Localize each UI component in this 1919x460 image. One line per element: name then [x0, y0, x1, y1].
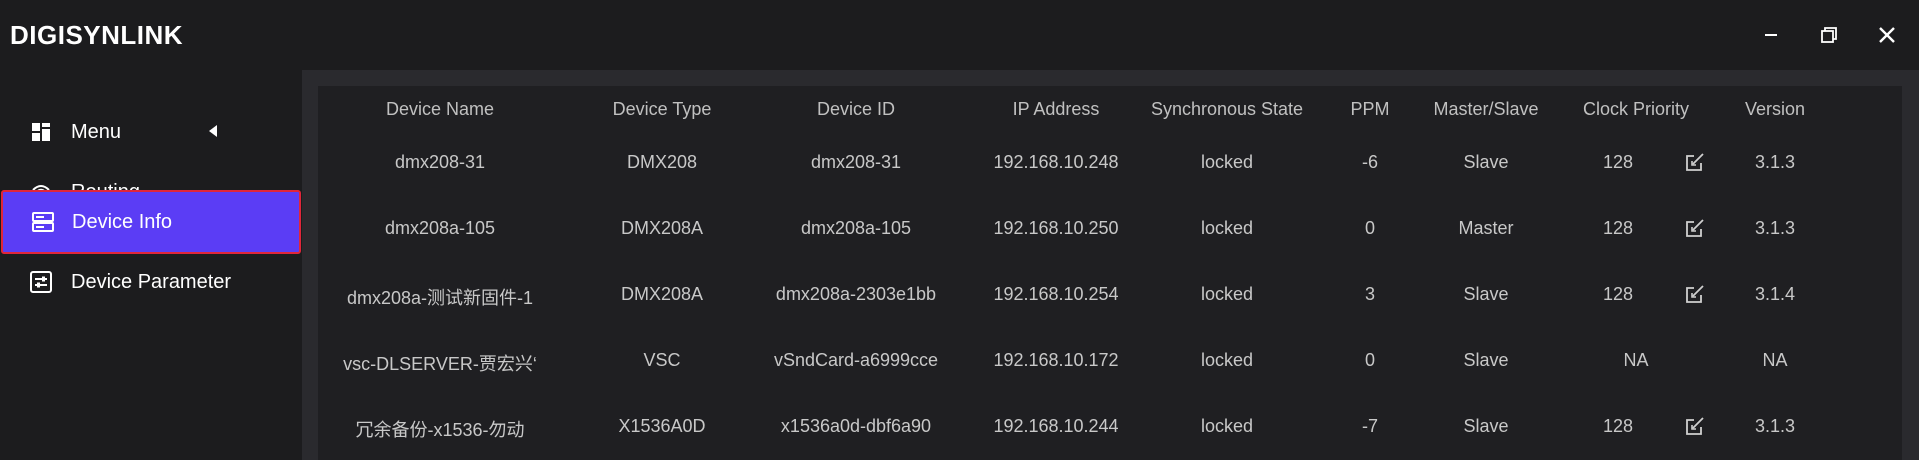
column-header-sync-state: Synchronous State	[1150, 99, 1304, 119]
cell-device-id: dmx208a-2303e1bb	[775, 284, 937, 304]
sidebar: Menu Routing Device Info	[0, 70, 302, 460]
cell-device-id: dmx208a-105	[800, 218, 912, 238]
cell-ip-address: 192.168.10.254	[993, 284, 1119, 304]
cell-version: NA	[1762, 350, 1788, 370]
cell-master-slave: Master	[1458, 218, 1514, 238]
column-header-device-name: Device Name	[385, 99, 495, 119]
sidebar-item-label: Device Info	[72, 210, 173, 233]
sidebar-item-menu[interactable]: Menu	[0, 100, 302, 164]
sidebar-item-label: Device Parameter	[71, 270, 232, 293]
cell-ppm: -6	[1361, 152, 1379, 172]
cell-sync-state: locked	[1200, 416, 1254, 436]
cell-version: 3.1.3	[1754, 218, 1796, 238]
cell-ip-address: 192.168.10.172	[993, 350, 1119, 370]
cell-clock-priority: 128	[1602, 152, 1634, 172]
cell-sync-state: locked	[1200, 218, 1254, 238]
title-bar: DIGISYNLINK	[0, 0, 1919, 70]
sidebar-item-device-parameter[interactable]: Device Parameter	[0, 250, 302, 314]
close-button[interactable]	[1870, 18, 1904, 52]
grid-icon	[30, 121, 52, 143]
edit-priority-icon[interactable]	[1684, 283, 1706, 305]
app-title: DIGISYNLINK	[10, 20, 184, 50]
cell-device-id: x1536a0d-dbf6a90	[780, 416, 932, 436]
minimize-button[interactable]	[1754, 18, 1788, 52]
sidebar-item-device-info[interactable]: Device Info	[1, 190, 301, 254]
minimize-icon	[1765, 34, 1777, 36]
cell-device-name: dmx208a-105	[384, 218, 496, 238]
cell-sync-state: locked	[1200, 284, 1254, 304]
cell-ip-address: 192.168.10.248	[993, 152, 1119, 172]
cell-device-type: DMX208A	[620, 218, 704, 238]
cell-ip-address: 192.168.10.250	[993, 218, 1119, 238]
table-scrollbar[interactable]	[1902, 86, 1912, 460]
cell-ip-address: 192.168.10.244	[993, 416, 1119, 436]
cell-version: 3.1.4	[1754, 284, 1796, 304]
cell-version: 3.1.3	[1754, 416, 1796, 436]
device-table: Device Name Device Type Device ID IP Add…	[318, 86, 1902, 460]
close-icon	[1879, 27, 1895, 43]
cell-master-slave: Slave	[1463, 284, 1509, 304]
cell-sync-state: locked	[1200, 152, 1254, 172]
column-header-version: Version	[1744, 99, 1806, 119]
cell-clock-priority: 128	[1602, 284, 1634, 304]
cell-master-slave: Slave	[1463, 416, 1509, 436]
cell-ppm: 0	[1364, 350, 1376, 370]
column-header-device-id: Device ID	[816, 99, 896, 119]
cell-device-id: vSndCard-a6999cce	[773, 350, 939, 370]
collapse-caret-icon[interactable]	[208, 124, 218, 143]
cell-device-name: dmx208-31	[394, 152, 486, 172]
server-icon	[32, 211, 54, 233]
column-header-master-slave: Master/Slave	[1433, 99, 1539, 119]
restore-button[interactable]	[1812, 18, 1846, 52]
cell-clock-priority: NA	[1623, 350, 1649, 370]
edit-priority-icon[interactable]	[1684, 415, 1706, 437]
cell-device-type: DMX208A	[620, 284, 704, 304]
edit-priority-icon[interactable]	[1684, 217, 1706, 239]
edit-priority-icon[interactable]	[1684, 151, 1706, 173]
cell-ppm: 3	[1364, 284, 1376, 304]
cell-master-slave: Slave	[1463, 350, 1509, 370]
column-header-ip-address: IP Address	[1012, 99, 1100, 119]
sidebar-item-label: Menu	[71, 120, 122, 143]
cell-device-type: X1536A0D	[618, 416, 706, 436]
column-header-clock-priority: Clock Priority	[1582, 99, 1690, 119]
cell-device-type: VSC	[643, 350, 681, 370]
cell-device-name: dmx208a-测试新固件-1	[346, 288, 534, 308]
cell-device-name: 冗余备份-x1536-勿动	[355, 420, 525, 440]
cell-clock-priority: 128	[1602, 218, 1634, 238]
cell-master-slave: Slave	[1463, 152, 1509, 172]
cell-version: 3.1.3	[1754, 152, 1796, 172]
cell-ppm: -7	[1361, 416, 1379, 436]
cell-clock-priority: 128	[1602, 416, 1634, 436]
sliders-icon	[30, 271, 52, 293]
main-content: Device Name Device Type Device ID IP Add…	[302, 70, 1919, 460]
cell-device-name: vsc-DLSERVER-贾宏兴‘	[343, 354, 537, 374]
restore-icon	[1821, 27, 1837, 43]
column-header-ppm: PPM	[1350, 99, 1390, 119]
cell-sync-state: locked	[1200, 350, 1254, 370]
column-header-device-type: Device Type	[612, 99, 712, 119]
cell-device-type: DMX208	[626, 152, 698, 172]
cell-device-id: dmx208-31	[810, 152, 902, 172]
cell-ppm: 0	[1364, 218, 1376, 238]
